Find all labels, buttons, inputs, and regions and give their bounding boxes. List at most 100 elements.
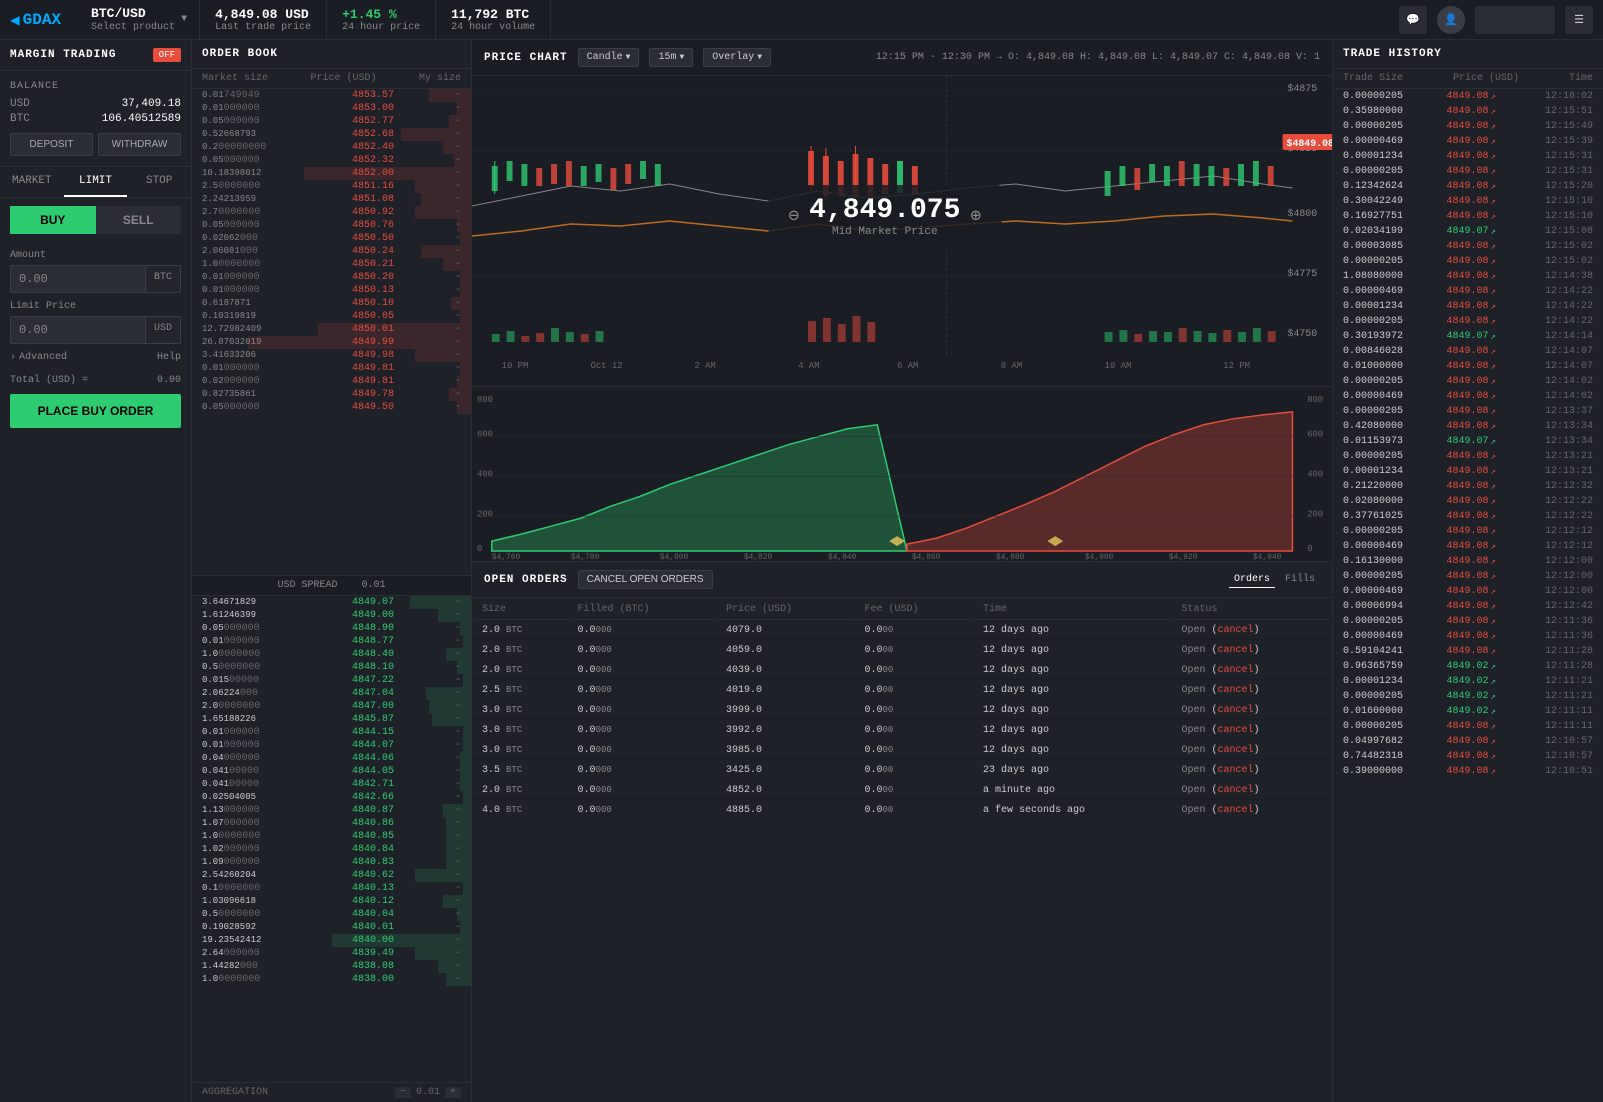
place-order-button[interactable]: PLACE BUY ORDER [10, 394, 181, 428]
help-link[interactable]: Help [157, 352, 181, 363]
aggregation-plus[interactable]: + [445, 1087, 461, 1098]
cancel-order-link[interactable]: cancel [1217, 705, 1253, 716]
tab-limit[interactable]: LIMIT [64, 167, 128, 197]
ob-ask-row[interactable]: 0.61878714850.10- [192, 297, 471, 310]
list-item: 0.39000000 4849.08 ↗ 12:10:51 [1333, 764, 1603, 779]
ob-ask-row[interactable]: 0.2000000004852.40- [192, 141, 471, 154]
withdraw-button[interactable]: WITHDRAW [98, 133, 181, 156]
ob-ask-row[interactable]: 0.017499494853.57- [192, 89, 471, 102]
ob-ask-row[interactable]: 0.010000004850.13- [192, 284, 471, 297]
ob-ask-row[interactable]: 1.000000004850.21- [192, 258, 471, 271]
tab-market[interactable]: MARKET [0, 167, 64, 197]
ob-bid-row[interactable]: 1.000000004840.85- [192, 830, 471, 843]
ob-bid-row[interactable]: 0.010000004848.77- [192, 635, 471, 648]
chat-icon[interactable]: 💬 [1399, 6, 1427, 34]
cancel-order-link[interactable]: cancel [1217, 725, 1253, 736]
ob-bid-row[interactable]: 2.062240004847.04- [192, 687, 471, 700]
username-button[interactable] [1475, 6, 1555, 34]
ob-bid-row[interactable]: 0.010000004844.15- [192, 726, 471, 739]
ob-bid-row[interactable]: 1.020000004840.84- [192, 843, 471, 856]
fills-tab[interactable]: Fills [1280, 572, 1320, 588]
ob-ask-row[interactable]: 2.060810004850.24- [192, 245, 471, 258]
open-orders-title: OPEN ORDERS [484, 574, 568, 586]
cancel-order-link[interactable]: cancel [1217, 645, 1253, 656]
cancel-order-link[interactable]: cancel [1217, 805, 1253, 816]
ob-bid-row[interactable]: 19.235424124840.00- [192, 934, 471, 947]
ob-ask-row[interactable]: 2.500000004851.16- [192, 180, 471, 193]
tab-stop[interactable]: STOP [127, 167, 191, 197]
ob-bid-row[interactable]: 0.500000004848.10- [192, 661, 471, 674]
amount-input[interactable] [11, 266, 145, 292]
margin-toggle[interactable]: OFF [153, 48, 181, 62]
ob-ask-row[interactable]: 2.700000004850.92- [192, 206, 471, 219]
cancel-order-link[interactable]: cancel [1217, 745, 1253, 756]
ob-bid-row[interactable]: 1.130000004840.87- [192, 804, 471, 817]
ob-ask-row[interactable]: 3.416332064849.98- [192, 349, 471, 362]
trade-size: 0.74482318 [1343, 751, 1423, 762]
ob-bid-row[interactable]: 0.050000004848.90- [192, 622, 471, 635]
sell-button[interactable]: SELL [96, 206, 182, 234]
ob-bid-row[interactable]: 0.500000004840.04- [192, 908, 471, 921]
menu-icon[interactable]: ☰ [1565, 6, 1593, 34]
overlay-selector[interactable]: Overlay ▼ [703, 48, 771, 67]
ob-bid-row[interactable]: 0.041000004844.05- [192, 765, 471, 778]
ob-ask-row[interactable]: 0.010000004853.00- [192, 102, 471, 115]
ob-ask-row[interactable]: 0.010000004850.20- [192, 271, 471, 284]
ob-bid-row[interactable]: 0.041000004842.71- [192, 778, 471, 791]
ob-bid-row[interactable]: 2.640000004839.49- [192, 947, 471, 960]
limit-price-input[interactable] [11, 317, 145, 343]
buy-button[interactable]: BUY [10, 206, 96, 234]
ob-ask-row[interactable]: 26.870320194849.99- [192, 336, 471, 349]
ob-ask-row[interactable]: 0.050000004850.76- [192, 219, 471, 232]
cancel-order-link[interactable]: cancel [1217, 785, 1253, 796]
cancel-order-link[interactable]: cancel [1217, 765, 1253, 776]
list-item: 0.01000000 4849.08 ↗ 12:14:07 [1333, 359, 1603, 374]
deposit-button[interactable]: DEPOSIT [10, 133, 93, 156]
ob-bid-row[interactable]: 1.030966184840.12- [192, 895, 471, 908]
ob-bid-row[interactable]: 0.015000004847.22- [192, 674, 471, 687]
depth-chart-svg: 800 600 400 200 0 800 600 400 200 0 [472, 387, 1332, 561]
ob-bid-row[interactable]: 0.100000004840.13- [192, 882, 471, 895]
cancel-order-link[interactable]: cancel [1217, 665, 1253, 676]
cancel-order-link[interactable]: cancel [1217, 685, 1253, 696]
ob-bid-row[interactable]: 1.070000004840.86- [192, 817, 471, 830]
ob-ask-row[interactable]: 0.827358614849.78- [192, 388, 471, 401]
ob-ask-row[interactable]: 0.020620004850.50- [192, 232, 471, 245]
ob-bid-row[interactable]: 1.651882264845.87- [192, 713, 471, 726]
candle-selector[interactable]: Candle ▼ [578, 48, 640, 67]
ob-ask-row[interactable]: 2.242139594851.08- [192, 193, 471, 206]
ob-bid-row[interactable]: 3.646718294849.07- [192, 596, 471, 609]
ob-bid-row[interactable]: 1.442820004838.08- [192, 960, 471, 973]
cancel-all-button[interactable]: CANCEL OPEN ORDERS [578, 570, 713, 589]
logo[interactable]: ◀GDAX [10, 10, 64, 30]
zoom-out-icon[interactable]: ⊖ [788, 205, 799, 227]
interval-selector[interactable]: 15m ▼ [649, 48, 693, 67]
ob-ask-row[interactable]: 0.050000004849.50- [192, 401, 471, 414]
ob-bid-row[interactable]: 2.000000004847.00- [192, 700, 471, 713]
ob-bid-row[interactable]: 0.025040054842.66- [192, 791, 471, 804]
cancel-order-link[interactable]: cancel [1217, 625, 1253, 636]
zoom-in-icon[interactable]: ⊕ [970, 205, 981, 227]
ob-bid-row[interactable]: 0.190285924840.01- [192, 921, 471, 934]
ob-ask-row[interactable]: 0.010000004849.81- [192, 362, 471, 375]
advanced-link[interactable]: › Advanced [10, 352, 67, 363]
ob-ask-row[interactable]: 0.050000004852.77- [192, 115, 471, 128]
ob-bid-row[interactable]: 1.000000004848.40- [192, 648, 471, 661]
orders-tab[interactable]: Orders [1229, 572, 1275, 588]
ob-ask-row[interactable]: 12.729824094850.01- [192, 323, 471, 336]
ob-ask-row[interactable]: 0.526687934852.68- [192, 128, 471, 141]
avatar[interactable]: 👤 [1437, 6, 1465, 34]
ob-bid-row[interactable]: 0.040000004844.06- [192, 752, 471, 765]
trade-time: 12:14:02 [1545, 376, 1593, 387]
aggregation-minus[interactable]: − [395, 1087, 411, 1098]
pair-selector[interactable]: BTC/USD Select product ▼ [79, 0, 200, 39]
ob-bid-row[interactable]: 0.010000004844.07- [192, 739, 471, 752]
ob-ask-row[interactable]: 0.103198194850.05- [192, 310, 471, 323]
ob-ask-row[interactable]: 0.050000004852.32- [192, 154, 471, 167]
ob-ask-row[interactable]: 10.183980124852.00- [192, 167, 471, 180]
ob-bid-row[interactable]: 2.542602044840.62- [192, 869, 471, 882]
ob-bid-row[interactable]: 1.000000004838.00- [192, 973, 471, 986]
ob-bid-row[interactable]: 1.612463994849.00- [192, 609, 471, 622]
ob-ask-row[interactable]: 0.020000004849.81- [192, 375, 471, 388]
ob-bid-row[interactable]: 1.090000004840.83- [192, 856, 471, 869]
